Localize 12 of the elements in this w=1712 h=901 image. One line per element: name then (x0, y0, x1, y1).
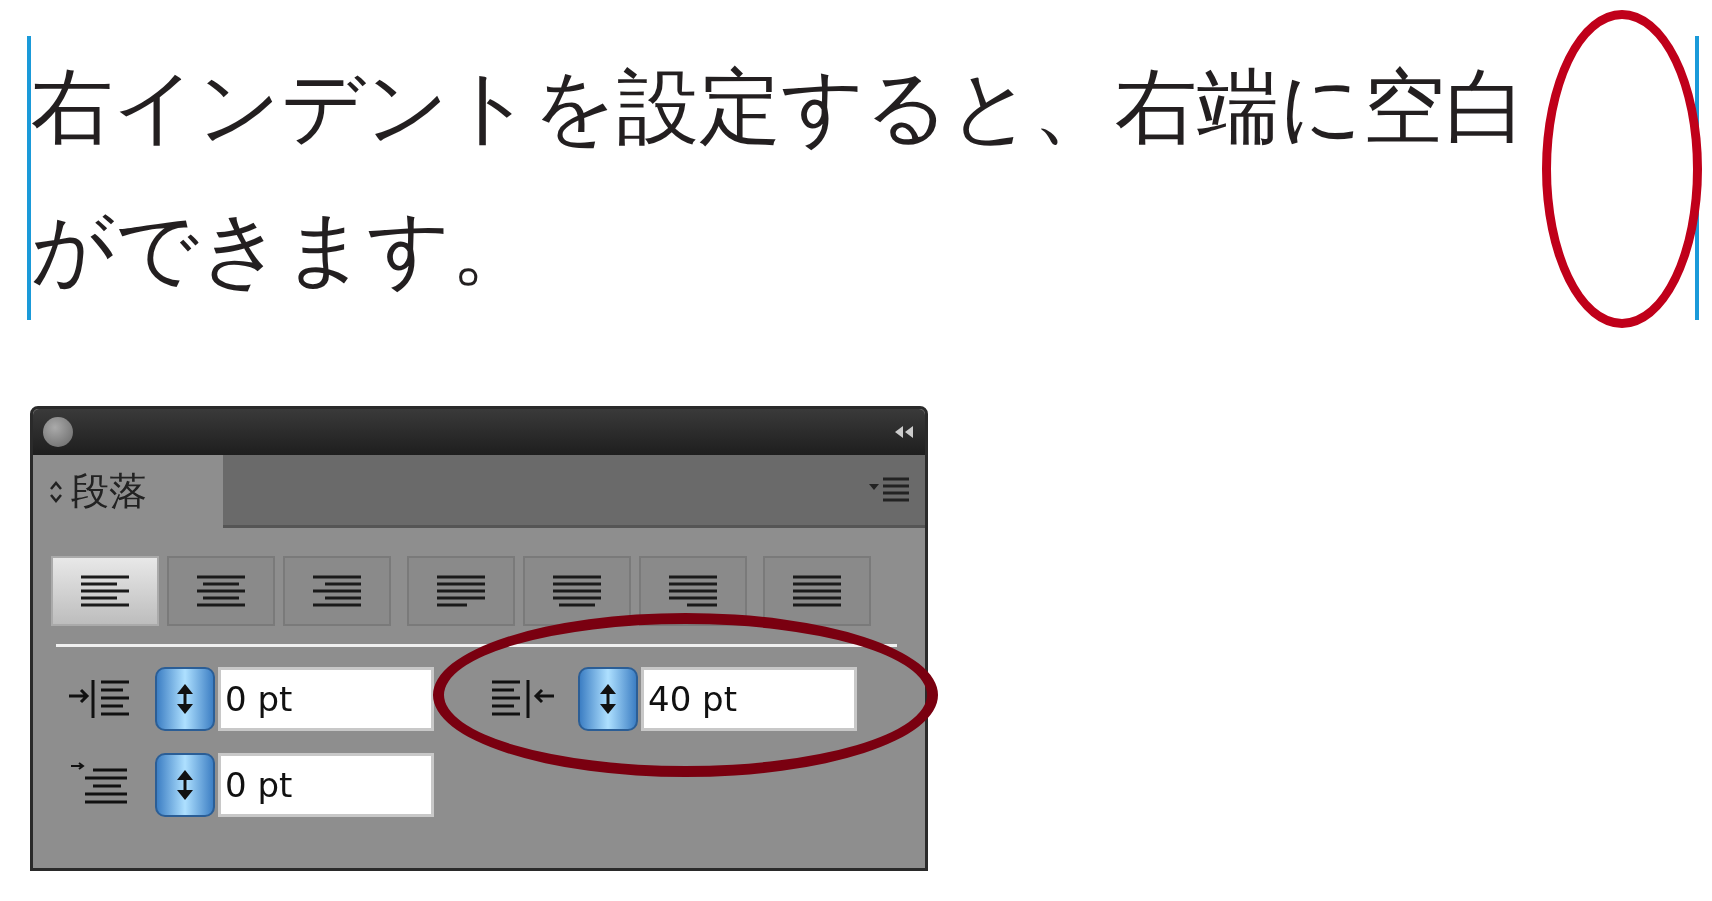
body-text: 右インデントを設定すると、右端に空白ができます。 (31, 58, 1528, 298)
close-icon[interactable] (43, 417, 73, 447)
panel-tab[interactable]: 段落 (33, 455, 223, 528)
indent-field[interactable]: 0 pt (218, 667, 434, 731)
stepper-button[interactable] (578, 667, 638, 731)
collapse-icon[interactable] (893, 425, 915, 439)
stepper-button[interactable] (155, 753, 215, 817)
indent-field[interactable]: 40 pt (641, 667, 857, 731)
alignment-button[interactable] (51, 556, 159, 626)
panel-menu-icon[interactable] (867, 476, 911, 504)
stepper-button[interactable] (155, 667, 215, 731)
indent-field[interactable]: 0 pt (218, 753, 434, 817)
